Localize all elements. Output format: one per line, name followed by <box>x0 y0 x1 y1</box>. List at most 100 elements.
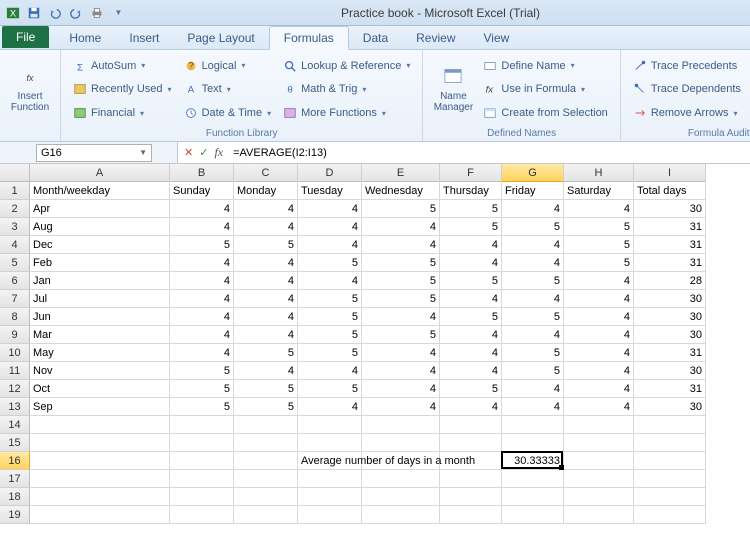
cell[interactable]: 4 <box>440 398 502 416</box>
cell[interactable]: Friday <box>502 182 564 200</box>
use-in-formula-button[interactable]: fxUse in Formula▾ <box>479 78 611 100</box>
cell[interactable]: 5 <box>298 308 362 326</box>
cell[interactable]: 4 <box>362 398 440 416</box>
row-header[interactable]: 4 <box>0 236 30 254</box>
cell[interactable] <box>564 434 634 452</box>
cell[interactable] <box>502 488 564 506</box>
cell[interactable]: Saturday <box>564 182 634 200</box>
cell[interactable]: 5 <box>564 236 634 254</box>
row-header[interactable]: 16 <box>0 452 30 470</box>
cell[interactable]: 5 <box>440 218 502 236</box>
cell[interactable]: 4 <box>440 362 502 380</box>
row-header[interactable]: 9 <box>0 326 30 344</box>
cell[interactable] <box>634 488 706 506</box>
cell[interactable]: 5 <box>298 326 362 344</box>
autosum-button[interactable]: ΣAutoSum▾ <box>69 55 176 77</box>
cell[interactable] <box>502 506 564 524</box>
cell[interactable] <box>234 416 298 434</box>
fx-icon[interactable]: fx <box>214 145 223 160</box>
cell[interactable]: 4 <box>440 236 502 254</box>
cell[interactable]: 5 <box>440 380 502 398</box>
tab-page-layout[interactable]: Page Layout <box>173 27 268 49</box>
cell[interactable]: 4 <box>502 236 564 254</box>
tab-data[interactable]: Data <box>349 27 402 49</box>
cell[interactable]: 4 <box>362 380 440 398</box>
cell[interactable]: 4 <box>440 344 502 362</box>
cell[interactable]: 30 <box>634 326 706 344</box>
row-header[interactable]: 3 <box>0 218 30 236</box>
column-header[interactable]: H <box>564 164 634 182</box>
column-header[interactable]: I <box>634 164 706 182</box>
row-header[interactable]: 5 <box>0 254 30 272</box>
more-functions-button[interactable]: More Functions▾ <box>279 102 414 124</box>
cell[interactable]: Jul <box>30 290 170 308</box>
cell[interactable] <box>170 434 234 452</box>
cell[interactable]: 30 <box>634 200 706 218</box>
cell[interactable]: 5 <box>440 308 502 326</box>
row-header[interactable]: 6 <box>0 272 30 290</box>
cell[interactable]: 5 <box>502 218 564 236</box>
row-header[interactable]: 8 <box>0 308 30 326</box>
cell[interactable]: 4 <box>298 272 362 290</box>
cell[interactable]: 4 <box>564 272 634 290</box>
cell[interactable]: Tuesday <box>298 182 362 200</box>
cell[interactable]: 4 <box>298 200 362 218</box>
cell[interactable] <box>362 488 440 506</box>
remove-arrows-button[interactable]: Remove Arrows▾ <box>629 102 745 124</box>
cell[interactable]: 5 <box>234 398 298 416</box>
cell[interactable]: 4 <box>298 218 362 236</box>
cell[interactable]: 4 <box>564 290 634 308</box>
cell[interactable]: 4 <box>170 218 234 236</box>
cell[interactable]: 4 <box>564 362 634 380</box>
math-trig-button[interactable]: θMath & Trig▾ <box>279 78 414 100</box>
cell[interactable]: 5 <box>502 272 564 290</box>
name-box-dropdown-icon[interactable]: ▼ <box>139 148 147 157</box>
cell[interactable]: 5 <box>362 272 440 290</box>
cell[interactable]: 4 <box>502 290 564 308</box>
cell[interactable]: 4 <box>234 254 298 272</box>
cell[interactable]: Total days <box>634 182 706 200</box>
excel-icon[interactable]: X <box>4 4 22 22</box>
cell[interactable] <box>502 416 564 434</box>
cell[interactable] <box>634 434 706 452</box>
cell[interactable]: 4 <box>234 290 298 308</box>
cell[interactable]: 4 <box>234 218 298 236</box>
row-header[interactable]: 15 <box>0 434 30 452</box>
cell[interactable] <box>30 506 170 524</box>
cell[interactable]: 5 <box>440 272 502 290</box>
cell[interactable]: Oct <box>30 380 170 398</box>
cell[interactable] <box>298 488 362 506</box>
cell[interactable] <box>362 470 440 488</box>
cell[interactable]: 4 <box>564 308 634 326</box>
row-header[interactable]: 12 <box>0 380 30 398</box>
cell[interactable]: 4 <box>440 254 502 272</box>
cell[interactable]: 4 <box>234 326 298 344</box>
cell[interactable]: 4 <box>362 236 440 254</box>
cell[interactable] <box>634 470 706 488</box>
cell[interactable] <box>298 434 362 452</box>
cell[interactable]: 5 <box>502 308 564 326</box>
cell[interactable]: 5 <box>170 380 234 398</box>
cell[interactable]: 30 <box>634 362 706 380</box>
print-icon[interactable] <box>88 4 106 22</box>
cell[interactable]: 4 <box>234 272 298 290</box>
cell[interactable]: 4 <box>234 200 298 218</box>
cell[interactable]: 30 <box>634 398 706 416</box>
formula-input[interactable]: =AVERAGE(I2:I13) <box>229 147 750 159</box>
cell[interactable]: 5 <box>170 236 234 254</box>
define-name-button[interactable]: Define Name▾ <box>479 55 611 77</box>
cell[interactable]: 4 <box>170 308 234 326</box>
cell[interactable]: 31 <box>634 236 706 254</box>
date-time-button[interactable]: Date & Time▾ <box>180 102 276 124</box>
save-icon[interactable] <box>25 4 43 22</box>
cell[interactable]: 4 <box>362 344 440 362</box>
cell[interactable]: Feb <box>30 254 170 272</box>
cell[interactable] <box>30 470 170 488</box>
cell[interactable]: Monday <box>234 182 298 200</box>
cell[interactable] <box>564 506 634 524</box>
cell[interactable]: 4 <box>298 236 362 254</box>
column-header[interactable]: B <box>170 164 234 182</box>
cell[interactable]: 5 <box>298 344 362 362</box>
cell[interactable]: 5 <box>170 362 234 380</box>
cell[interactable] <box>30 488 170 506</box>
